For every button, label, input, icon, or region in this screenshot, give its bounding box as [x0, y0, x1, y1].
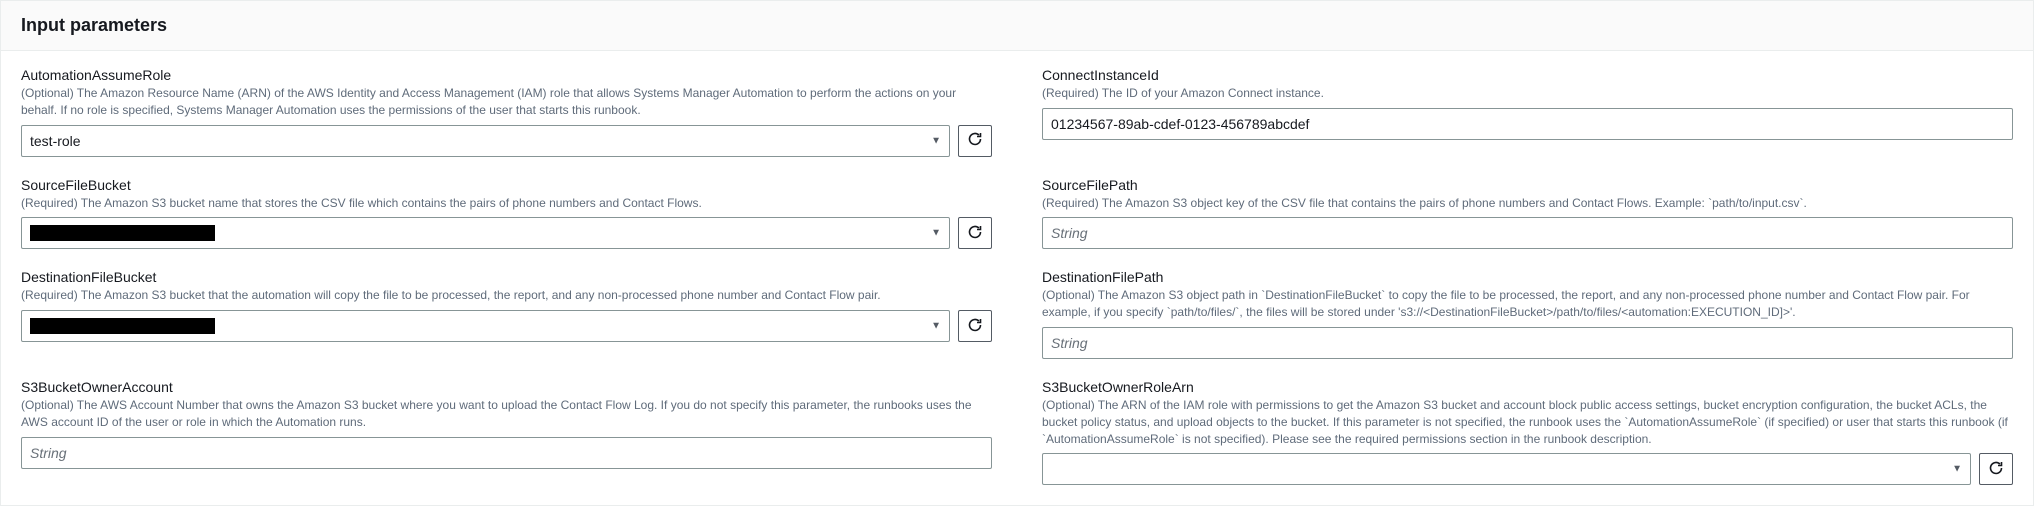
chevron-down-icon: ▼ — [931, 228, 941, 239]
field-label: DestinationFileBucket — [21, 269, 992, 285]
input-parameters-panel: Input parameters AutomationAssumeRole (O… — [0, 0, 2034, 506]
field-destination-file-bucket: DestinationFileBucket (Required) The Ama… — [21, 269, 992, 359]
field-desc: (Required) The Amazon S3 bucket that the… — [21, 287, 992, 304]
source-file-bucket-select[interactable]: ▼ — [21, 217, 950, 249]
field-desc: (Required) The Amazon S3 object key of t… — [1042, 195, 2013, 212]
input-row — [1042, 327, 2013, 359]
redacted-value — [30, 318, 215, 334]
field-desc: (Required) The Amazon S3 bucket name tha… — [21, 195, 992, 212]
input-row: ▼ — [21, 310, 992, 342]
s3-bucket-owner-account-input[interactable] — [21, 437, 992, 469]
panel-header: Input parameters — [1, 1, 2033, 51]
field-desc: (Optional) The ARN of the IAM role with … — [1042, 397, 2013, 447]
panel-title: Input parameters — [21, 15, 2013, 36]
field-label: ConnectInstanceId — [1042, 67, 2013, 83]
input-row: ▼ — [1042, 453, 2013, 485]
field-label: SourceFileBucket — [21, 177, 992, 193]
field-source-file-path: SourceFilePath (Required) The Amazon S3 … — [1042, 177, 2013, 250]
refresh-icon — [967, 317, 983, 336]
field-destination-file-path: DestinationFilePath (Optional) The Amazo… — [1042, 269, 2013, 359]
connect-instance-id-input[interactable] — [1042, 108, 2013, 140]
select-wrap: ▼ — [21, 310, 950, 342]
chevron-down-icon: ▼ — [1952, 464, 1962, 475]
chevron-down-icon: ▼ — [931, 135, 941, 146]
refresh-icon — [967, 224, 983, 243]
field-connect-instance-id: ConnectInstanceId (Required) The ID of y… — [1042, 67, 2013, 157]
panel-body: AutomationAssumeRole (Optional) The Amaz… — [1, 51, 2033, 505]
refresh-button[interactable] — [1979, 453, 2013, 485]
refresh-button[interactable] — [958, 310, 992, 342]
select-wrap: ▼ — [21, 217, 950, 249]
field-s3-bucket-owner-account: S3BucketOwnerAccount (Optional) The AWS … — [21, 379, 992, 485]
destination-file-path-input[interactable] — [1042, 327, 2013, 359]
automation-assume-role-select[interactable]: test-role ▼ — [21, 125, 950, 157]
source-file-path-input[interactable] — [1042, 217, 2013, 249]
input-row: ▼ — [21, 217, 992, 249]
chevron-down-icon: ▼ — [931, 321, 941, 332]
s3-bucket-owner-role-arn-select[interactable]: ▼ — [1042, 453, 1971, 485]
field-label: AutomationAssumeRole — [21, 67, 992, 83]
refresh-icon — [1988, 460, 2004, 479]
redacted-value — [30, 225, 215, 241]
field-source-file-bucket: SourceFileBucket (Required) The Amazon S… — [21, 177, 992, 250]
refresh-button[interactable] — [958, 125, 992, 157]
field-desc: (Optional) The Amazon S3 object path in … — [1042, 287, 2013, 321]
field-label: S3BucketOwnerRoleArn — [1042, 379, 2013, 395]
refresh-button[interactable] — [958, 217, 992, 249]
input-row: test-role ▼ — [21, 125, 992, 157]
select-value: test-role — [30, 133, 81, 149]
field-desc: (Optional) The AWS Account Number that o… — [21, 397, 992, 431]
field-label: S3BucketOwnerAccount — [21, 379, 992, 395]
field-s3-bucket-owner-role-arn: S3BucketOwnerRoleArn (Optional) The ARN … — [1042, 379, 2013, 485]
field-desc: (Optional) The Amazon Resource Name (ARN… — [21, 85, 992, 119]
field-label: SourceFilePath — [1042, 177, 2013, 193]
field-label: DestinationFilePath — [1042, 269, 2013, 285]
field-automation-assume-role: AutomationAssumeRole (Optional) The Amaz… — [21, 67, 992, 157]
select-wrap: test-role ▼ — [21, 125, 950, 157]
input-row — [21, 437, 992, 469]
select-wrap: ▼ — [1042, 453, 1971, 485]
input-row — [1042, 108, 2013, 140]
destination-file-bucket-select[interactable]: ▼ — [21, 310, 950, 342]
field-desc: (Required) The ID of your Amazon Connect… — [1042, 85, 2013, 102]
refresh-icon — [967, 131, 983, 150]
input-row — [1042, 217, 2013, 249]
